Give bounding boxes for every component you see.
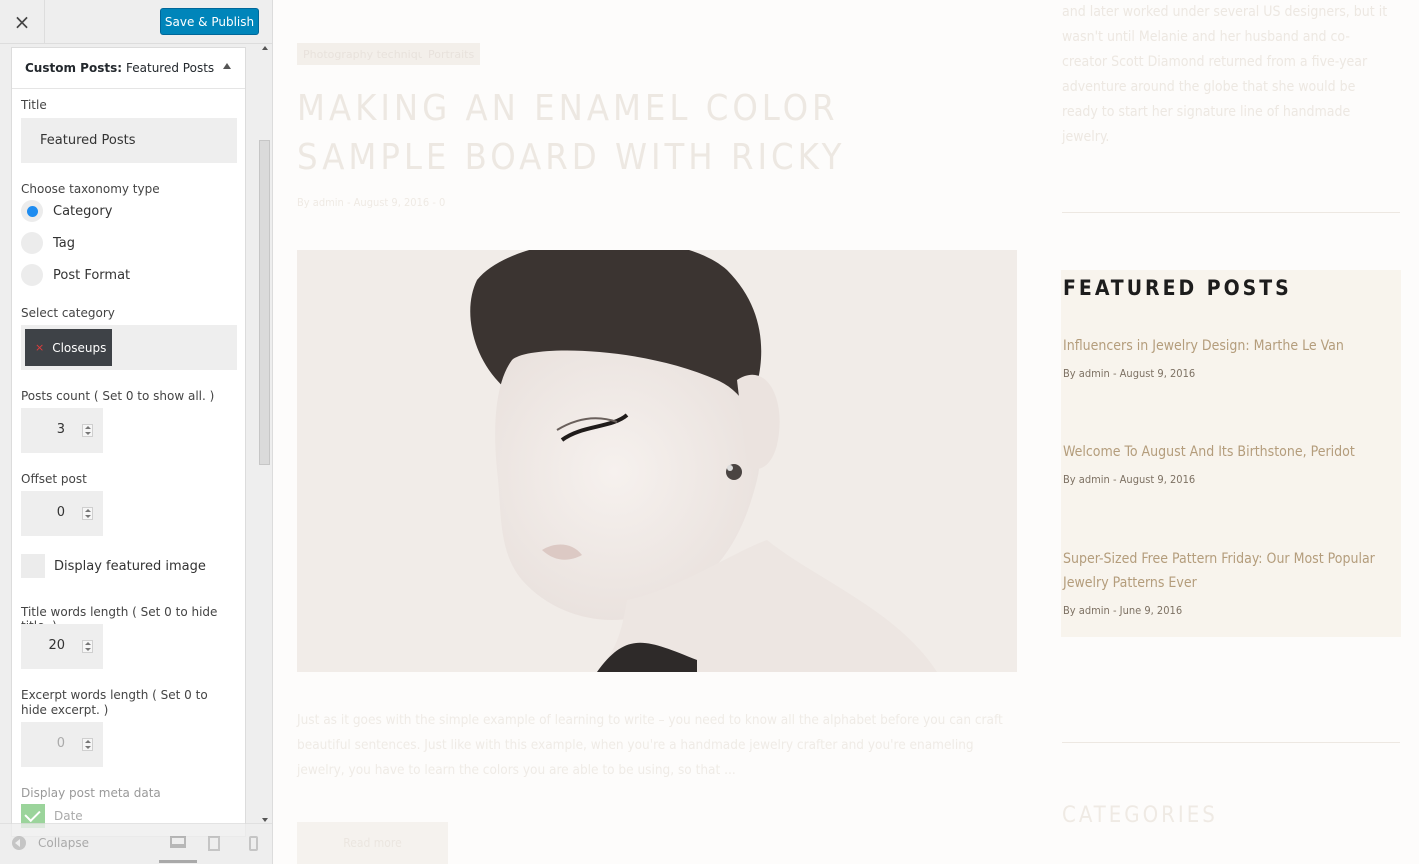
scroll-up-icon[interactable] — [262, 46, 268, 50]
category-select[interactable]: × Closeups — [21, 325, 237, 370]
title-input[interactable]: Featured Posts — [21, 118, 237, 163]
divider — [1062, 212, 1400, 213]
widget-type: Custom Posts: — [25, 61, 123, 75]
stepper-icon[interactable] — [82, 640, 93, 653]
post-title[interactable]: Making an enamel color sample board with… — [297, 84, 977, 182]
meta-label: Display post meta data — [21, 786, 161, 800]
radio-label-post-format: Post Format — [53, 267, 131, 283]
radio-category[interactable]: Category — [21, 200, 112, 222]
category-chip[interactable]: × Closeups — [25, 329, 112, 366]
stepper-icon[interactable] — [82, 738, 93, 751]
site-preview: Photography techniques Portraits Making … — [273, 0, 1419, 864]
collapse-button[interactable]: Collapse — [12, 836, 89, 850]
post-featured-image[interactable] — [297, 250, 1017, 672]
divider — [1062, 742, 1400, 743]
featured-post-link[interactable]: Influencers in Jewelry Design: Marthe Le… — [1063, 334, 1397, 358]
post-excerpt: Just as it goes with the simple example … — [297, 712, 1003, 778]
device-active-indicator — [159, 860, 197, 863]
excerpt-words-input[interactable]: 0 — [21, 722, 103, 767]
title-label: Title — [21, 98, 47, 112]
customizer-sidebar: × Save & Publish Custom Posts: Featured … — [0, 0, 273, 864]
posts-count-value: 3 — [56, 422, 65, 437]
radio-post-format[interactable]: Post Format — [21, 264, 130, 286]
widget-name: Featured Posts — [126, 61, 215, 75]
stepper-icon[interactable] — [82, 424, 93, 437]
meta-date-label: Date — [54, 809, 83, 823]
scrollbar[interactable] — [258, 44, 272, 824]
featured-posts-widget[interactable]: Featured Posts Influencers in Jewelry De… — [1061, 270, 1401, 637]
featured-post-item[interactable]: Welcome To August And Its Birthstone, Pe… — [1063, 440, 1397, 486]
stepper-icon[interactable] — [82, 507, 93, 520]
radio-tag[interactable]: Tag — [21, 232, 75, 254]
title-words-value: 20 — [48, 638, 65, 653]
title-words-input[interactable]: 20 — [21, 624, 103, 669]
excerpt-words-value: 0 — [56, 736, 65, 751]
remove-icon[interactable]: × — [35, 341, 44, 354]
portrait-image — [297, 250, 1017, 672]
collapse-label: Collapse — [38, 836, 89, 850]
scroll-thumb[interactable] — [259, 140, 270, 465]
featured-post-item[interactable]: Influencers in Jewelry Design: Marthe Le… — [1063, 334, 1397, 380]
offset-value: 0 — [56, 505, 65, 520]
radio-button[interactable] — [21, 264, 43, 286]
tablet-icon[interactable] — [208, 836, 220, 851]
offset-input[interactable]: 0 — [21, 491, 103, 536]
featured-image-checkbox[interactable] — [21, 554, 45, 578]
radio-button-checked[interactable] — [21, 200, 43, 222]
customizer-header: × Save & Publish — [0, 0, 272, 44]
featured-post-link[interactable]: Welcome To August And Its Birthstone, Pe… — [1063, 440, 1397, 464]
featured-post-meta: By admin - August 9, 2016 — [1063, 473, 1196, 486]
featured-post-link[interactable]: Super-Sized Free Pattern Friday: Our Mos… — [1063, 547, 1397, 595]
post-meta: By admin - August 9, 2016 - 0 — [297, 196, 446, 209]
category-chip-label: Closeups — [52, 340, 107, 355]
featured-posts-title: Featured Posts — [1063, 276, 1292, 300]
mobile-icon[interactable] — [249, 836, 258, 851]
radio-label-category: Category — [53, 203, 113, 219]
widget-panel: Custom Posts: Featured Posts Title Featu… — [11, 47, 246, 837]
scroll-down-icon[interactable] — [262, 818, 268, 822]
featured-post-meta: By admin - August 9, 2016 — [1063, 367, 1196, 380]
featured-image-label: Display featured image — [54, 559, 206, 574]
desktop-icon[interactable] — [170, 836, 186, 848]
categories-title: Categories — [1062, 803, 1218, 828]
excerpt-words-label: Excerpt words length ( Set 0 to hide exc… — [21, 688, 208, 717]
featured-post-meta: By admin - June 9, 2016 — [1063, 604, 1183, 617]
featured-post-item[interactable]: Super-Sized Free Pattern Friday: Our Mos… — [1063, 547, 1397, 617]
posts-count-label: Posts count ( Set 0 to show all. ) — [21, 389, 215, 403]
radio-label-tag: Tag — [53, 235, 76, 251]
read-more-button[interactable]: Read more — [297, 822, 448, 864]
customizer-footer: Collapse — [0, 823, 272, 864]
radio-button[interactable] — [21, 232, 43, 254]
post-tag[interactable]: Portraits — [422, 43, 481, 65]
category-label: Select category — [21, 306, 115, 320]
widget-header[interactable]: Custom Posts: Featured Posts — [12, 48, 245, 89]
close-icon[interactable]: × — [0, 0, 45, 43]
taxonomy-label: Choose taxonomy type — [21, 182, 160, 196]
posts-count-input[interactable]: 3 — [21, 408, 103, 453]
save-publish-button[interactable]: Save & Publish — [160, 8, 259, 35]
collapse-icon — [12, 836, 26, 850]
offset-label: Offset post — [21, 472, 87, 486]
sidebar-text: and later worked under several US design… — [1062, 4, 1388, 145]
collapse-arrow-icon[interactable] — [223, 63, 231, 69]
